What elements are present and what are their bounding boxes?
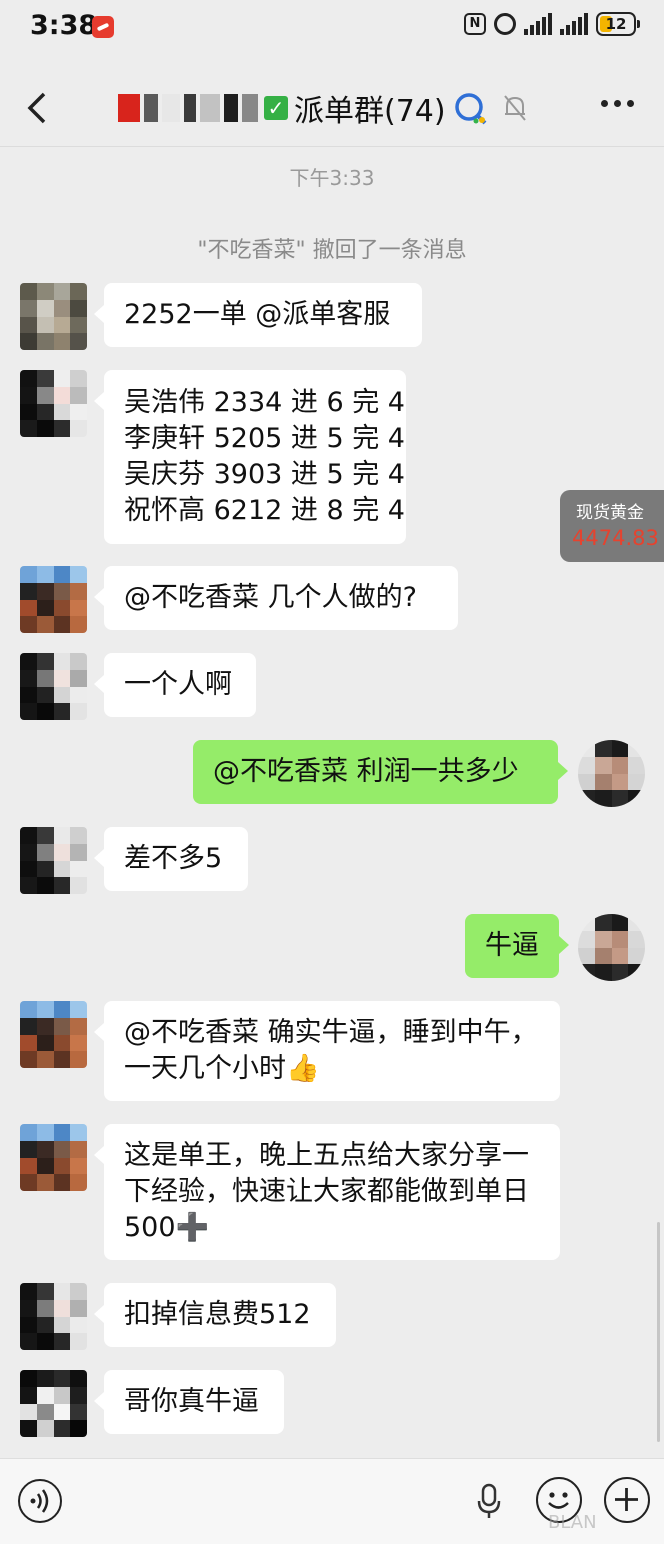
message-text: 差不多5: [124, 843, 223, 874]
message-text: @不吃香菜 利润一共多少: [213, 756, 519, 787]
avatar[interactable]: [20, 283, 87, 350]
message-bubble[interactable]: @不吃香菜 几个人做的?: [94, 566, 458, 630]
ticker-value: 4474.83: [572, 526, 659, 550]
signal-icon: [524, 13, 552, 35]
message-text: 吴庆芬 3903 进 5 完 4: [124, 459, 405, 490]
verified-check-icon: ✓: [264, 96, 288, 120]
battery-icon: 12: [596, 12, 640, 36]
message-text: 2252一单 @派单客服: [124, 299, 391, 330]
title-group[interactable]: ✓ 派单群(74): [118, 86, 528, 130]
message-text: 一个人啊: [124, 669, 232, 700]
signal-icon: [560, 13, 588, 35]
message-bubble[interactable]: 这是单王，晚上五点给大家分享一 下经验，快速让大家都能做到单日 500➕: [94, 1124, 560, 1260]
message-timestamp: 下午3:33: [289, 166, 375, 190]
status-time: 3:38: [30, 10, 98, 41]
battery-level: 12: [605, 15, 627, 33]
chat-screen: 3:38 N 12 ✓ 派单群(74) 下午3:33 "不吃香菜" 撤回了一条消…: [0, 0, 664, 1544]
avatar-self[interactable]: [578, 740, 645, 807]
recall-notice: "不吃香菜" 撤回了一条消息: [197, 238, 467, 263]
message-input[interactable]: [82, 1473, 506, 1531]
message-text: 下经验，快速让大家都能做到单日: [124, 1176, 529, 1207]
avatar[interactable]: [20, 1283, 87, 1350]
message-bubble-self[interactable]: @不吃香菜 利润一共多少: [193, 740, 568, 804]
gold-price-widget[interactable]: 现货黄金 4474.83: [560, 490, 664, 562]
status-icons: N 12: [464, 12, 640, 36]
avatar[interactable]: [20, 566, 87, 633]
back-icon[interactable]: [24, 90, 54, 126]
avatar[interactable]: [20, 653, 87, 720]
more-icon[interactable]: [601, 100, 634, 107]
message-text: 500➕: [124, 1212, 210, 1243]
nfc-icon: N: [464, 13, 486, 35]
group-title: 派单群(74): [294, 94, 446, 129]
pc-online-icon: [454, 93, 487, 125]
watermark: BLAN: [548, 1512, 597, 1533]
message-text: 哥你真牛逼: [124, 1386, 259, 1417]
message-text: 这是单王，晚上五点给大家分享一: [124, 1140, 529, 1171]
plus-icon[interactable]: [604, 1477, 650, 1523]
message-text: 牛逼: [485, 930, 539, 961]
avatar[interactable]: [20, 1001, 87, 1068]
alarm-icon: [494, 13, 516, 35]
message-bubble[interactable]: 一个人啊: [94, 653, 256, 717]
message-text: 一天几个小时👍: [124, 1053, 320, 1084]
avatar[interactable]: [20, 370, 87, 437]
redacted-group-name: [118, 94, 258, 122]
avatar[interactable]: [20, 827, 87, 894]
message-text: @不吃香菜 几个人做的?: [124, 582, 417, 613]
avatar-self[interactable]: [578, 914, 645, 981]
message-text: 祝怀高 6212 进 8 完 4: [124, 495, 405, 526]
message-text: 李庚轩 5205 进 5 完 4: [124, 423, 405, 454]
status-bar: 3:38 N 12: [0, 0, 664, 56]
message-bubble[interactable]: 2252一单 @派单客服: [94, 283, 422, 347]
message-bubble[interactable]: 吴浩伟 2334 进 6 完 4 李庚轩 5205 进 5 完 4 吴庆芬 39…: [94, 370, 406, 544]
mic-icon[interactable]: [476, 1481, 502, 1521]
message-bubble[interactable]: 差不多5: [94, 827, 248, 891]
message-bubble[interactable]: 哥你真牛逼: [94, 1370, 284, 1434]
message-bubble[interactable]: 扣掉信息费512: [94, 1283, 336, 1347]
ticker-label: 现货黄金: [576, 503, 644, 523]
message-bubble-self[interactable]: 牛逼: [465, 914, 569, 978]
chat-title-bar: ✓ 派单群(74): [0, 70, 664, 147]
avatar[interactable]: [20, 1124, 87, 1191]
mute-bell-icon: [503, 95, 526, 121]
message-text: 扣掉信息费512: [124, 1299, 311, 1330]
app-badge-icon: [92, 16, 114, 38]
avatar[interactable]: [20, 1370, 87, 1437]
message-text: @不吃香菜 确实牛逼，睡到中午，: [124, 1017, 538, 1048]
message-text: 吴浩伟 2334 进 6 完 4: [124, 387, 405, 418]
message-bubble[interactable]: @不吃香菜 确实牛逼，睡到中午， 一天几个小时👍: [94, 1001, 560, 1101]
voice-icon[interactable]: [18, 1479, 62, 1523]
scrollbar[interactable]: [657, 1222, 660, 1442]
